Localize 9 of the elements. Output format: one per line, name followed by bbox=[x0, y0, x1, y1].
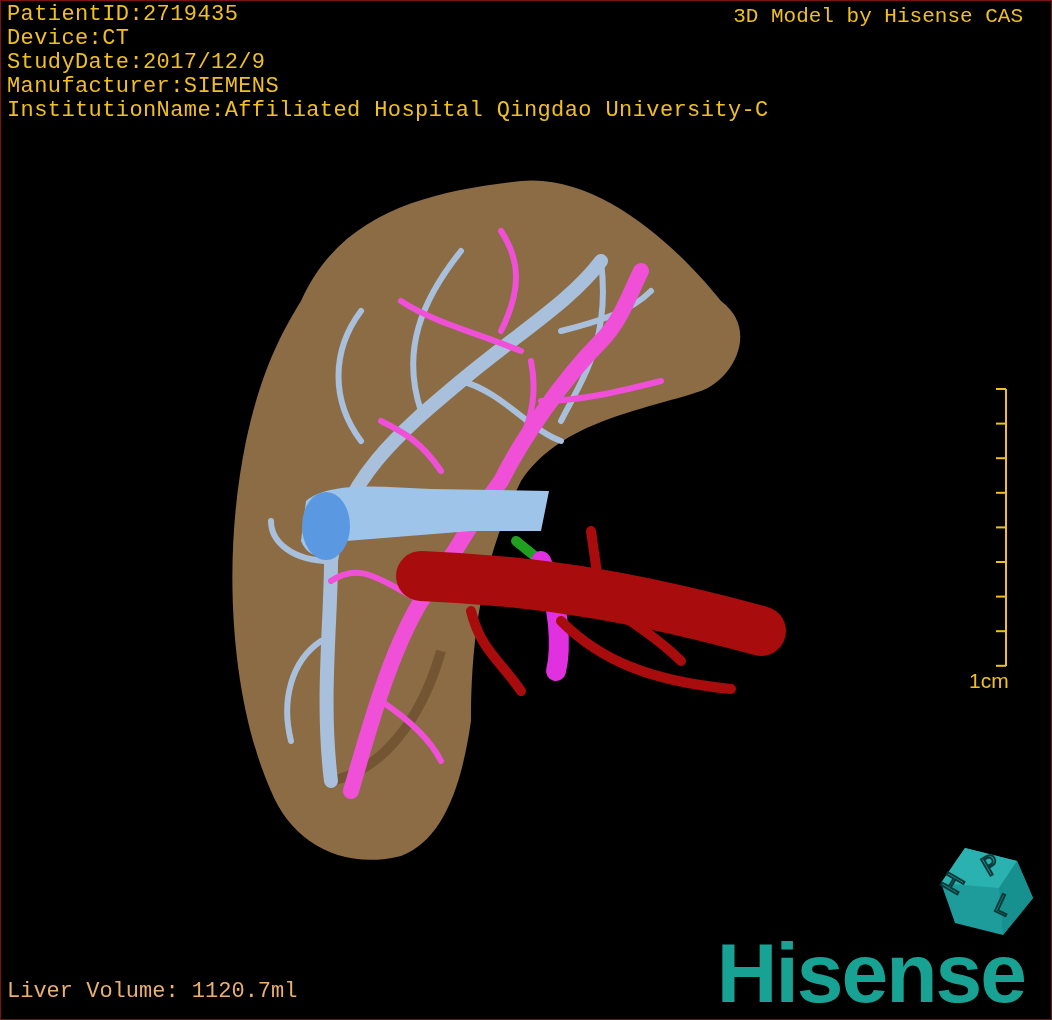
patient-info-text: Manufacturer:SIEMENS bbox=[7, 75, 280, 99]
brand-logo: Hisense bbox=[716, 931, 1025, 1015]
liver-volume-text: Liver Volume: 1120.7ml bbox=[7, 979, 298, 1005]
model-credit-text: 3D Model by Hisense CAS bbox=[733, 5, 1023, 29]
patient-info-text: InstitutionName:Affiliated Hospital Qingdao University-C bbox=[7, 99, 769, 123]
scale-label: 1cm bbox=[969, 670, 1009, 692]
patient-info-text: PatientID:2719435 bbox=[7, 3, 239, 27]
patient-info-text: StudyDate:2017/12/9 bbox=[7, 51, 266, 75]
patient-info-text: Device:CT bbox=[7, 27, 130, 51]
